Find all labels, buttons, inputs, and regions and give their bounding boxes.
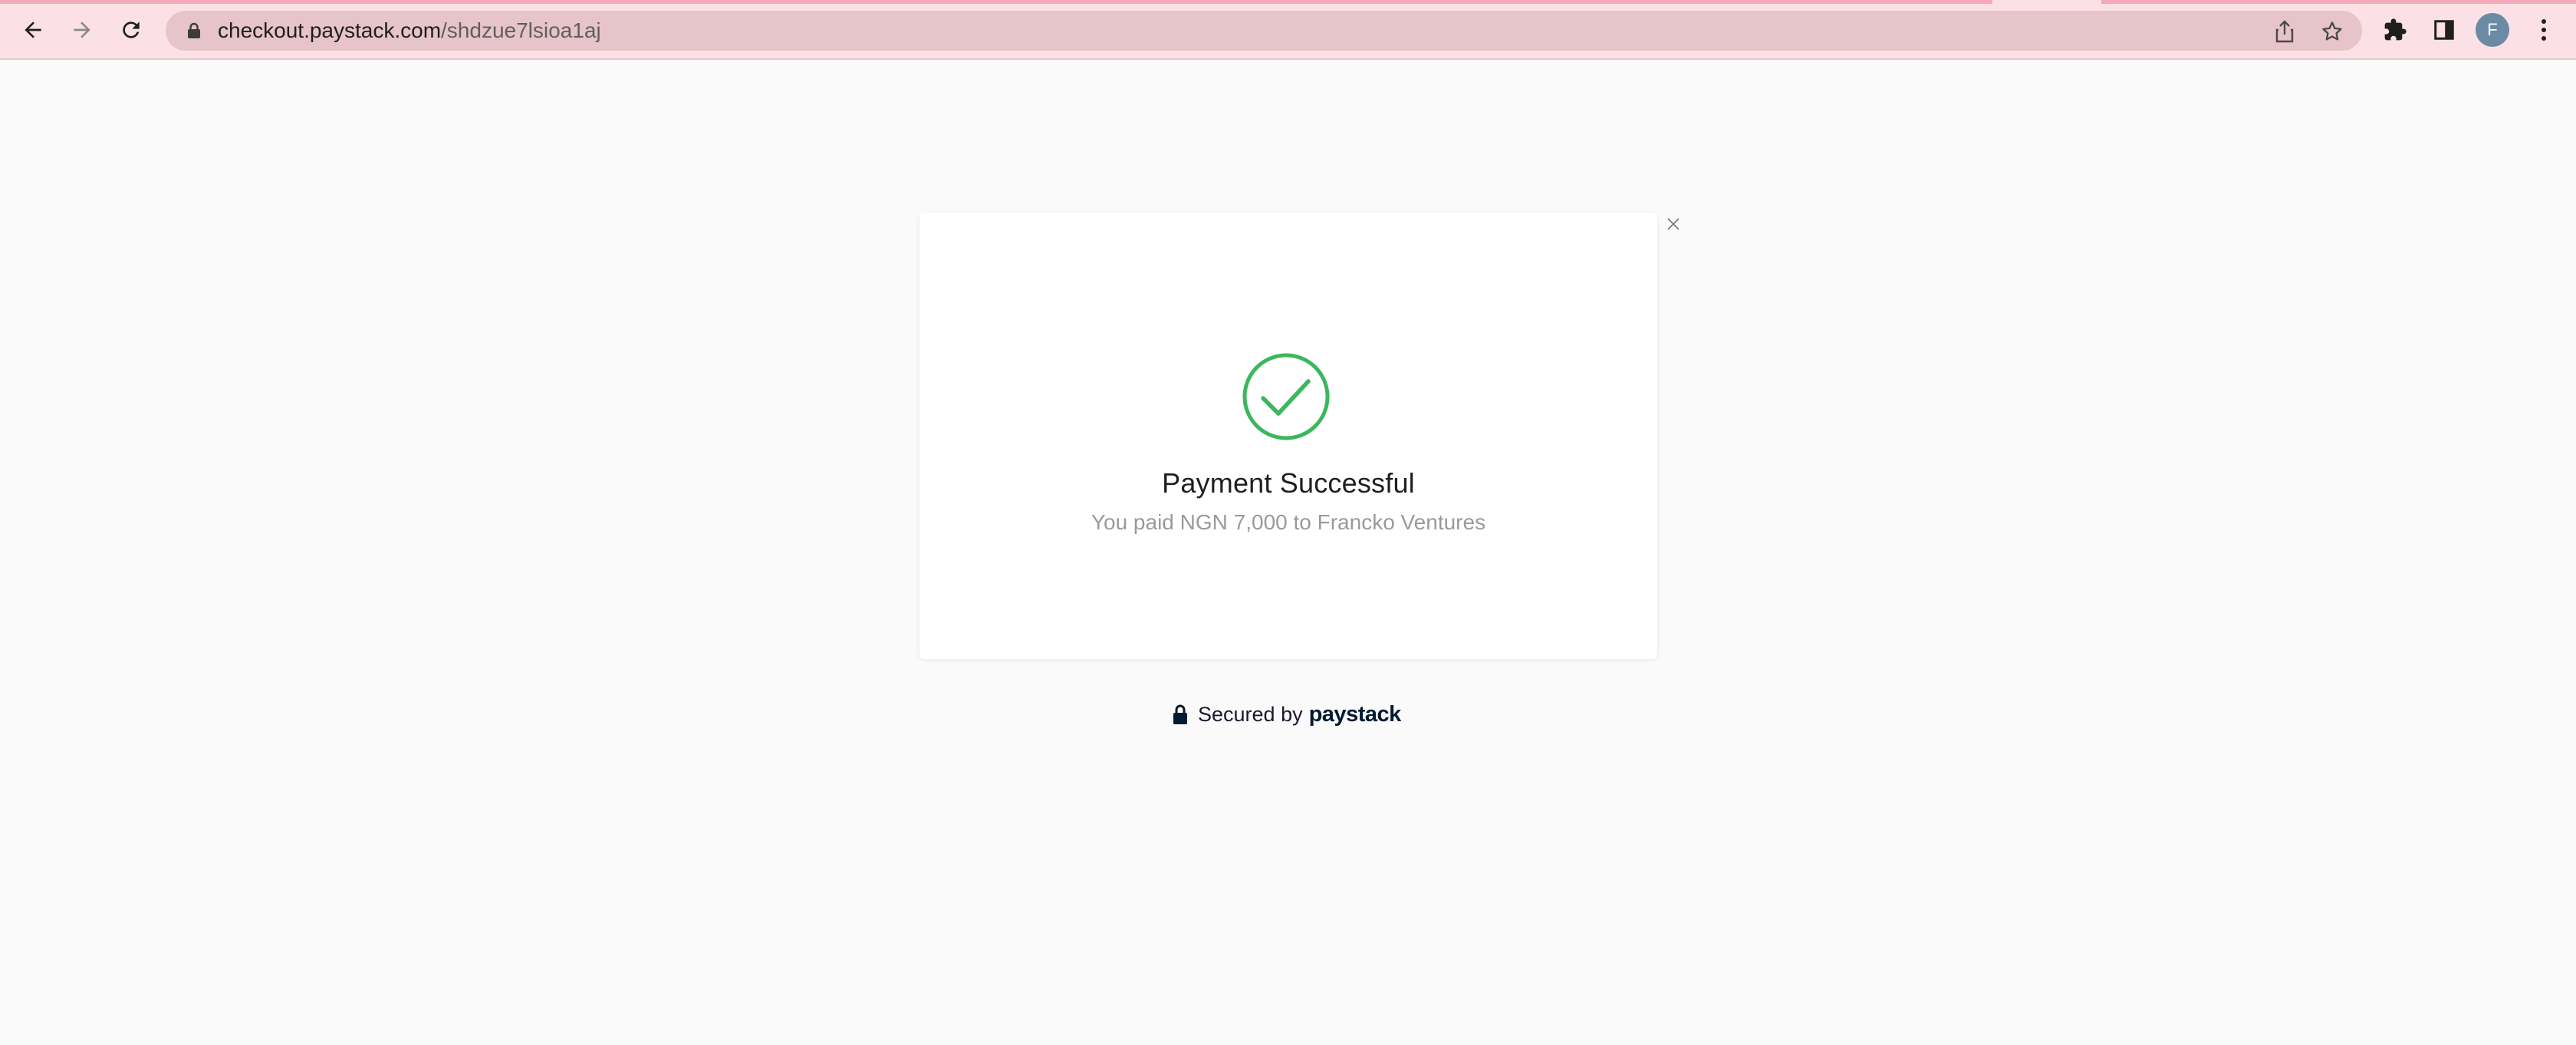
success-check-mark [1261,379,1311,416]
side-panel-icon[interactable] [2428,14,2460,46]
success-check-ring [1242,353,1330,440]
extensions-icon[interactable] [2379,14,2411,46]
padlock-icon [1173,704,1187,724]
reload-icon [123,21,140,38]
paystack-logo-text: paystack [1308,701,1402,727]
close-button[interactable] [1663,213,1684,235]
kebab-menu-icon[interactable] [2528,14,2560,46]
url-text[interactable]: checkout.paystack.com/shdzue7lsioa1aj [218,20,601,41]
star-icon[interactable] [2319,18,2345,45]
forward-arrow-icon [74,21,90,38]
address-bar[interactable]: checkout.paystack.com/shdzue7lsioa1aj [166,11,2362,51]
url-path: /shdzue7lsioa1aj [441,18,601,42]
back-arrow-icon [25,21,41,38]
reload-button[interactable] [112,11,150,49]
payment-success-card: Payment Successful You paid NGN 7,000 to… [920,213,1657,659]
url-domain: checkout.paystack.com [218,18,442,42]
browser-toolbar: checkout.paystack.com/shdzue7lsioa1aj F [0,0,2576,60]
close-icon [1667,218,1679,230]
secured-by-label: Secured by [1198,702,1303,726]
secured-by-badge: Secured by paystack [1172,701,1401,728]
success-check-icon [1242,353,1330,440]
profile-avatar[interactable]: F [2476,13,2509,47]
back-button[interactable] [14,11,52,49]
forward-button[interactable] [63,11,101,49]
payment-summary-text: You paid NGN 7,000 to Francko Ventures [1091,510,1486,534]
share-icon[interactable] [2272,18,2298,45]
tab-strip-edge [0,0,2576,4]
lock-icon[interactable] [184,21,204,41]
payment-status-title: Payment Successful [1162,467,1415,499]
avatar-letter: F [2487,20,2498,39]
